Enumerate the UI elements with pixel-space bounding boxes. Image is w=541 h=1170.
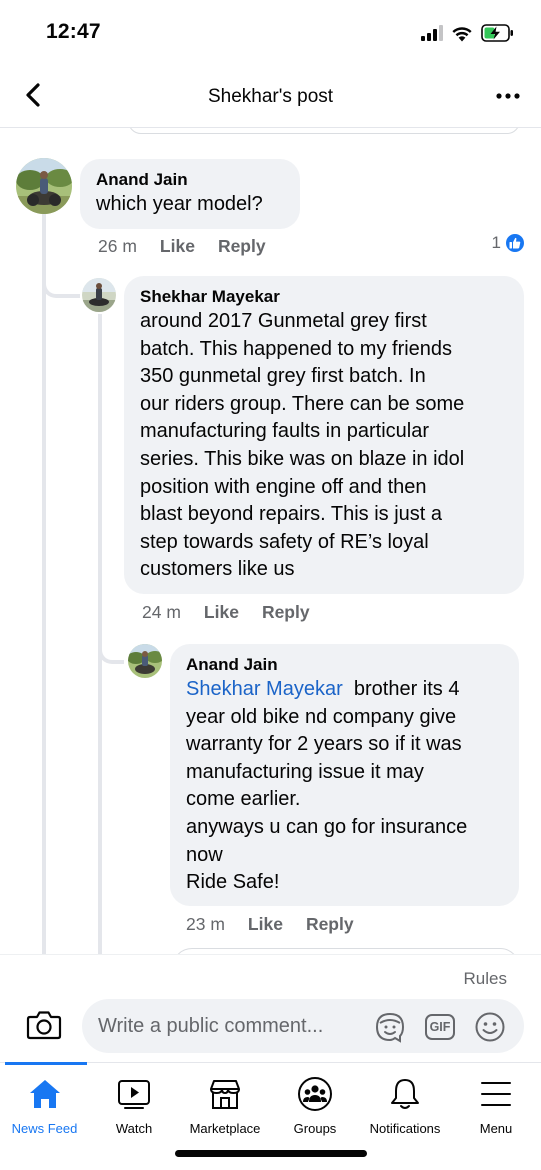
comment-actions: 23 m Like Reply — [186, 912, 377, 936]
like-button[interactable]: Like — [204, 602, 239, 623]
more-options-button[interactable] — [493, 86, 523, 106]
tab-label: News Feed — [11, 1121, 78, 1136]
tab-watch[interactable]: Watch — [89, 1063, 179, 1143]
status-bar: 12:47 — [0, 0, 541, 60]
reply-button[interactable]: Reply — [262, 602, 310, 623]
tab-label: Groups — [293, 1121, 337, 1136]
comment-bubble[interactable]: Anand Jain Shekhar Mayekar brother its 4… — [170, 644, 519, 906]
thread-line-reply — [98, 314, 102, 954]
previous-composer-edge — [128, 128, 520, 134]
camera-icon — [26, 1011, 62, 1040]
like-button[interactable]: Like — [248, 914, 283, 935]
avatar[interactable] — [16, 158, 72, 214]
tab-marketplace[interactable]: Marketplace — [179, 1063, 271, 1143]
tab-groups[interactable]: Groups — [271, 1063, 359, 1143]
smiley-icon — [475, 1012, 505, 1042]
reaction-number: 1 — [491, 233, 501, 252]
tab-label: Watch — [115, 1121, 153, 1136]
bell-icon — [391, 1079, 419, 1109]
tab-label: Notifications — [369, 1121, 441, 1136]
home-icon — [29, 1080, 60, 1108]
marketplace-icon — [210, 1080, 240, 1109]
page-title: Shekhar's post — [207, 86, 334, 107]
comment-time[interactable]: 24 m — [142, 602, 181, 623]
reply-button[interactable]: Reply — [306, 914, 354, 935]
avatar-sticker-icon — [375, 1012, 405, 1043]
avatar[interactable] — [82, 278, 116, 312]
comment-input-field[interactable]: GIF — [82, 999, 524, 1053]
watch-icon — [118, 1080, 150, 1109]
emoji-button[interactable] — [474, 1011, 506, 1043]
tab-label: Marketplace — [189, 1121, 261, 1136]
reaction-count[interactable]: 1 — [492, 232, 526, 254]
comment-text-body: brother its 4 year old bike nd company g… — [186, 678, 468, 894]
status-icons — [421, 22, 515, 44]
comment-time[interactable]: 23 m — [186, 914, 225, 935]
groups-icon — [298, 1077, 332, 1111]
comment-actions: 26 m Like Reply — [98, 234, 289, 258]
reply-button[interactable]: Reply — [218, 236, 266, 257]
gif-icon: GIF — [425, 1014, 455, 1040]
comment-input[interactable] — [98, 999, 368, 1053]
thread-line-main — [42, 214, 46, 954]
comment-author[interactable]: Anand Jain — [186, 654, 503, 676]
home-indicator[interactable] — [175, 1150, 367, 1157]
tab-menu[interactable]: Menu — [451, 1063, 541, 1143]
avatar-sticker-button[interactable] — [374, 1011, 406, 1043]
wifi-icon — [452, 26, 472, 41]
avatar[interactable] — [128, 644, 162, 678]
tab-label: Menu — [479, 1121, 513, 1136]
camera-button[interactable] — [26, 1009, 62, 1043]
gif-button[interactable]: GIF — [424, 1011, 456, 1043]
menu-icon — [481, 1082, 511, 1106]
post-header: Shekhar's post — [0, 60, 541, 128]
comment-bubble[interactable]: Shekhar Mayekar around 2017 Gunmetal gre… — [124, 276, 524, 594]
comment-time[interactable]: 26 m — [98, 236, 137, 257]
mention-link[interactable]: Shekhar Mayekar — [186, 678, 343, 700]
like-button[interactable]: Like — [160, 236, 195, 257]
comment-bubble[interactable]: Anand Jain which year model? — [80, 159, 300, 229]
comment-author[interactable]: Anand Jain — [96, 169, 284, 191]
comment-text: which year model? — [96, 193, 263, 215]
more-dots-icon — [496, 93, 520, 99]
comment-author[interactable]: Shekhar Mayekar — [140, 286, 508, 308]
tab-news-feed[interactable]: News Feed — [0, 1063, 89, 1143]
tab-notifications[interactable]: Notifications — [359, 1063, 451, 1143]
rules-link[interactable]: Rules — [464, 969, 507, 989]
comment-text: around 2017 Gunmetal grey first batch. T… — [140, 310, 465, 581]
thumbs-up-icon — [504, 232, 526, 254]
comment-text: Shekhar Mayekar brother its 4 year old b… — [186, 676, 503, 897]
comment-composer: Rules GIF — [0, 954, 541, 1064]
comment-actions: 24 m Like Reply — [142, 600, 333, 624]
thread-connector — [42, 282, 80, 298]
comment-thread[interactable]: Anand Jain which year model? 26 m Like R… — [0, 128, 541, 954]
status-time: 12:47 — [46, 20, 101, 43]
battery-charging-icon — [481, 24, 513, 42]
signal-icon — [421, 25, 443, 41]
